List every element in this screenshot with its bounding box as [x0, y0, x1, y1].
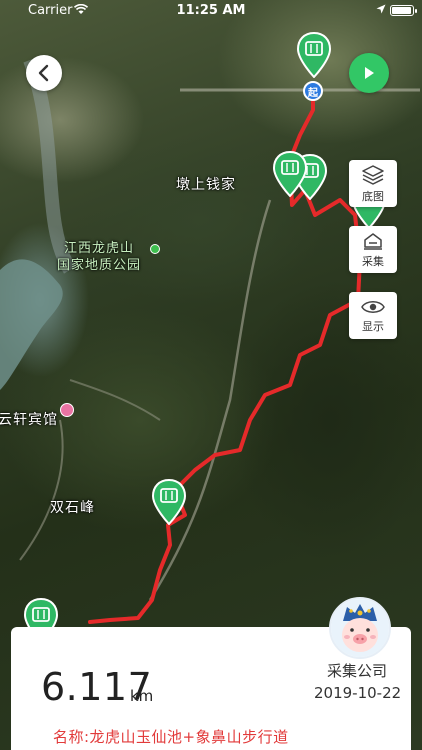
collection-marker[interactable] [152, 479, 186, 525]
avatar[interactable] [329, 597, 391, 659]
eye-icon [361, 300, 385, 313]
collect-label: 采集 [362, 254, 384, 268]
display-button[interactable]: 显示 [349, 292, 397, 339]
distance-unit: km [130, 687, 154, 705]
collect-button[interactable]: 采集 [349, 226, 397, 273]
village-label: 墩上钱家 [176, 177, 236, 193]
battery-tip [415, 9, 417, 13]
company-name: 采集公司 [327, 662, 388, 680]
play-icon [365, 67, 374, 79]
display-label: 显示 [362, 319, 384, 333]
park-pin-icon [150, 244, 160, 254]
basemap-label: 底图 [362, 189, 384, 203]
layers-icon [362, 164, 384, 185]
hotel-pin-icon [60, 403, 74, 417]
start-marker: 起 [303, 81, 323, 101]
location-arrow-icon [376, 4, 386, 14]
hotel-label: 云轩宾馆 [0, 412, 58, 428]
collection-marker[interactable] [297, 32, 331, 78]
play-button[interactable] [349, 53, 389, 93]
back-button[interactable] [26, 55, 62, 91]
status-time: 11:25 AM [176, 3, 246, 18]
battery-icon [390, 5, 414, 16]
basemap-button[interactable]: 底图 [349, 160, 397, 207]
collect-icon [364, 232, 382, 250]
avatar-cartoon-icon [331, 599, 389, 657]
peak-label: 双石峰 [50, 500, 95, 516]
chevron-left-icon [38, 64, 49, 82]
park-label: 江西龙虎山 国家地质公园 [57, 241, 142, 273]
record-date: 2019-10-22 [314, 684, 402, 702]
status-bar: Carrier 11:25 AM [0, 0, 422, 20]
collection-marker[interactable] [273, 151, 307, 197]
route-name: 名称:龙虎山玉仙池+象鼻山步行道 [53, 728, 289, 746]
